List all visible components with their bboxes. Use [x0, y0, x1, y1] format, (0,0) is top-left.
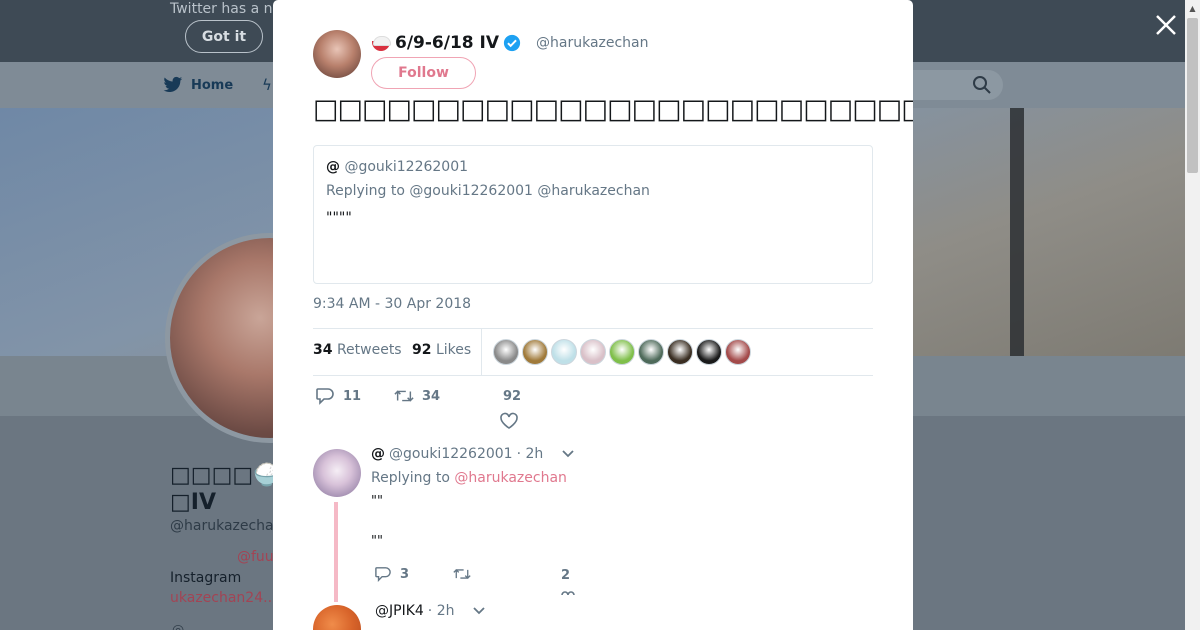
- tweet-author-name[interactable]: 6/9-6/18 IV: [371, 33, 521, 53]
- retweets-stat[interactable]: 34 Retweets: [313, 342, 402, 358]
- likes-stat[interactable]: 92 Likes: [412, 342, 471, 358]
- reply-icon: [375, 567, 391, 582]
- like-heart-icon[interactable]: [499, 412, 519, 430]
- reply-heart-icon[interactable]: [559, 590, 577, 596]
- liker-avatar[interactable]: [667, 339, 693, 365]
- got-it-button[interactable]: Got it: [185, 20, 263, 53]
- reply-text-line2: "": [371, 534, 383, 549]
- quoted-tweet-handle: @gouki12262001: [344, 159, 469, 175]
- reply2-avatar[interactable]: [313, 605, 361, 630]
- close-icon[interactable]: [1152, 11, 1180, 39]
- search-icon[interactable]: [972, 75, 992, 95]
- retweet-icon: [453, 568, 471, 580]
- reply-like-count: 2: [561, 568, 571, 583]
- liker-avatar[interactable]: [638, 339, 664, 365]
- reply-icon: [316, 388, 334, 405]
- scroll-up-arrow[interactable]: ▲: [1187, 4, 1198, 14]
- reply-replying-prefix: Replying to: [371, 470, 450, 486]
- likes-count: 92: [412, 342, 432, 358]
- liker-avatar[interactable]: [696, 339, 722, 365]
- reply-handle[interactable]: @gouki12262001: [389, 446, 513, 462]
- reply-retweet-button[interactable]: [453, 566, 471, 582]
- quoted-tweet-replying: Replying to @gouki12262001 @harukazechan: [326, 183, 650, 199]
- quoted-tweet[interactable]: @ @gouki12262001 Replying to @gouki12262…: [313, 145, 873, 284]
- follow-button[interactable]: Follow: [371, 57, 476, 89]
- reply-replying-handle[interactable]: @harukazechan: [454, 470, 567, 486]
- profile-name-line2: □IV: [170, 490, 216, 515]
- like-count: 92: [503, 389, 522, 404]
- profile-bio-link[interactable]: @fuu: [237, 549, 274, 565]
- twitter-bird-icon: [163, 76, 183, 92]
- liker-avatar[interactable]: [493, 339, 519, 365]
- retweet-icon: [394, 390, 414, 402]
- tweet-timestamp[interactable]: 9:34 AM - 30 Apr 2018: [313, 296, 471, 312]
- reply2-time[interactable]: · 2h: [428, 603, 455, 619]
- nav-home-label: Home: [191, 77, 234, 93]
- reply-avatar[interactable]: [313, 449, 361, 497]
- profile-url[interactable]: ukazechan24...: [170, 590, 276, 606]
- retweets-count: 34: [313, 342, 333, 358]
- tweet-modal: 6/9-6/18 IV @harukazechan Follow □□□□□□□…: [273, 0, 913, 630]
- quoted-user-prefix: @: [326, 159, 340, 175]
- liker-avatar[interactable]: [609, 339, 635, 365]
- location-icon: ◎: [172, 622, 185, 630]
- profile-bio-instagram: Instagram: [170, 570, 242, 586]
- verified-badge-icon: [503, 34, 521, 52]
- banner-detail: [1010, 108, 1024, 356]
- quoted-tweet-user: @ @gouki12262001: [326, 159, 468, 175]
- liker-avatar[interactable]: [725, 339, 751, 365]
- scrollbar-thumb[interactable]: [1187, 18, 1198, 173]
- tweet-author-avatar[interactable]: [313, 30, 361, 78]
- reply2-header: @JPIK4 · 2h: [375, 603, 486, 619]
- retweet-count: 34: [422, 388, 441, 404]
- reply-button[interactable]: 11: [315, 387, 361, 405]
- tweet-text: □□□□□□□□□□□□□□□□□□□□□□□□□□□□□□□□□□□□□□□□…: [313, 94, 913, 125]
- reply-replying-to: Replying to @harukazechan: [371, 470, 567, 486]
- tweet-stats: 34 Retweets 92 Likes: [313, 328, 873, 376]
- tweet-author-display-name: 6/9-6/18 IV: [395, 33, 500, 53]
- reply-reply-count: 3: [400, 566, 410, 582]
- chevron-down-icon[interactable]: [561, 449, 575, 459]
- liker-avatar[interactable]: [551, 339, 577, 365]
- reply-user-prefix: @: [371, 446, 385, 462]
- profile-handle: @harukazechan: [170, 518, 283, 534]
- tweet-author-handle[interactable]: @harukazechan: [536, 35, 649, 51]
- likers-avatars: [493, 339, 751, 365]
- thread-line: [334, 502, 338, 602]
- reply-time[interactable]: · 2h: [517, 446, 544, 462]
- retweets-label: Retweets: [336, 342, 402, 358]
- quoted-tweet-body: """": [326, 210, 352, 226]
- liker-avatar[interactable]: [522, 339, 548, 365]
- reply-text-line1: "": [371, 494, 383, 509]
- reply2-handle[interactable]: @JPIK4: [375, 603, 424, 619]
- reply-count: 11: [343, 388, 362, 404]
- stats-divider: [481, 329, 482, 375]
- tweet-actions: 11 34 92: [313, 385, 873, 435]
- liker-avatar[interactable]: [580, 339, 606, 365]
- nav-home[interactable]: Home: [163, 76, 233, 94]
- reply-reply-button[interactable]: 3: [374, 566, 409, 582]
- likes-label: Likes: [435, 342, 472, 358]
- notice-text: Twitter has a n: [170, 1, 273, 17]
- rice-bowl-icon: [371, 34, 391, 52]
- retweet-button[interactable]: 34: [394, 387, 440, 405]
- chevron-down-icon[interactable]: [472, 606, 486, 616]
- reply-header: @ @gouki12262001 · 2h: [371, 446, 575, 462]
